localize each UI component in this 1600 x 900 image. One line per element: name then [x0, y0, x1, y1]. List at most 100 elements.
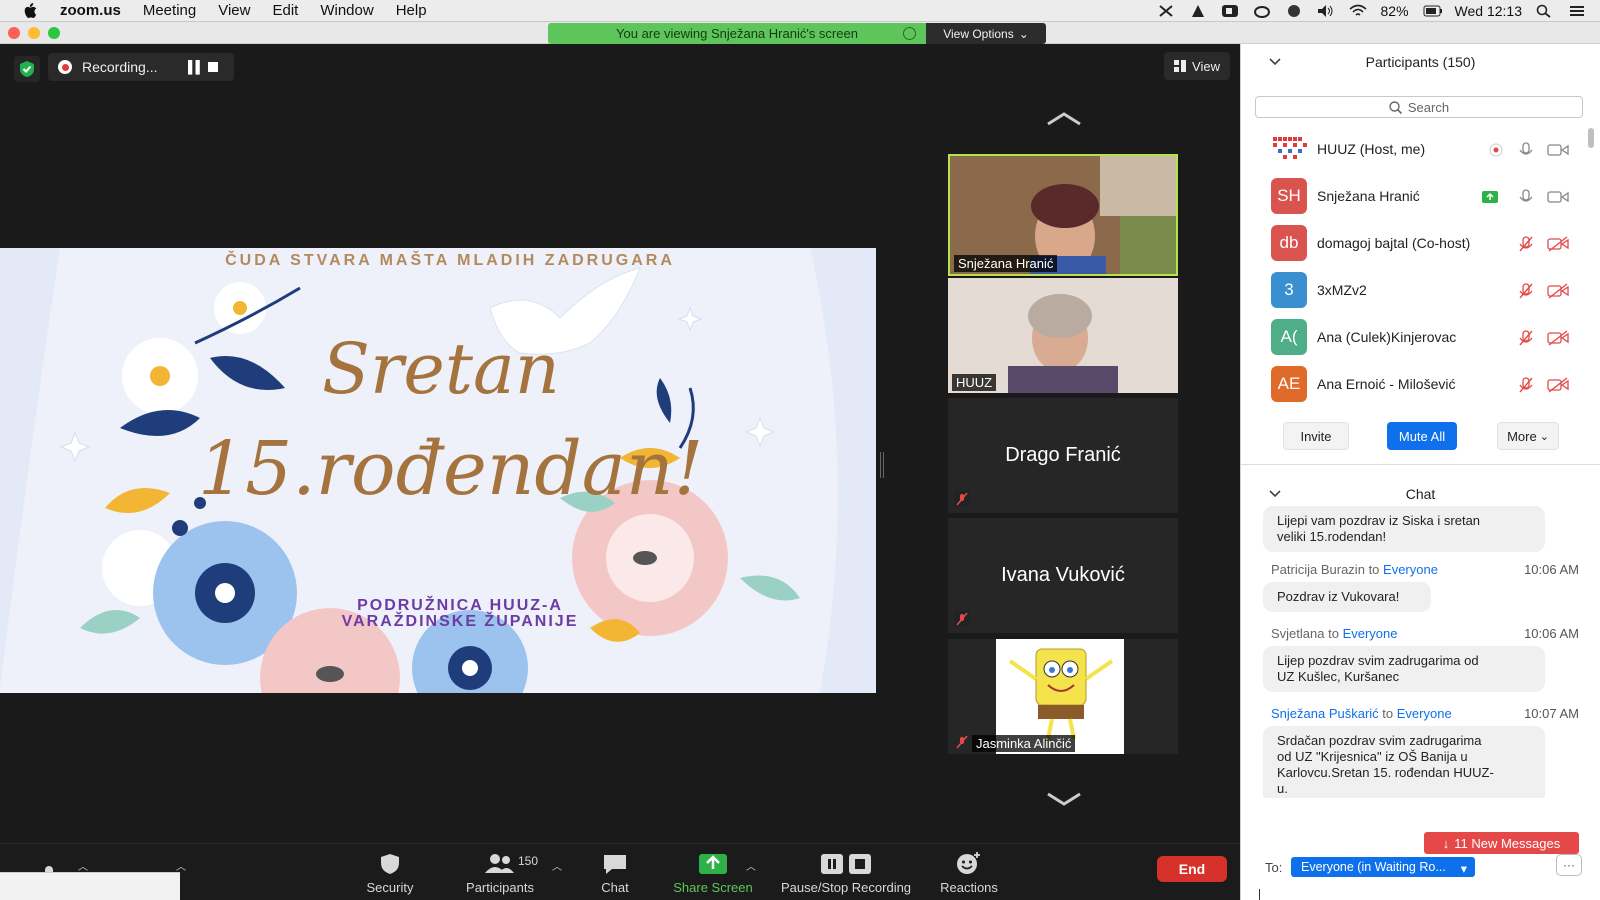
menu-view[interactable]: View — [218, 2, 250, 19]
participants-count: 150 — [518, 854, 539, 868]
apple-icon[interactable] — [20, 2, 40, 20]
video-off-icon[interactable] — [1547, 235, 1569, 253]
participant-row[interactable]: SH Snježana Hranić — [1241, 173, 1600, 220]
video-options-caret-icon[interactable]: ︿ — [176, 858, 186, 873]
chat-label: Chat — [601, 880, 629, 895]
close-window-button[interactable] — [8, 27, 20, 39]
chat-message-bubble: Srdačan pozdrav svim zadrugarima od UZ "… — [1263, 726, 1545, 798]
share-options-caret-icon[interactable]: ︿ — [746, 858, 756, 873]
video-camera-icon[interactable] — [1547, 141, 1569, 159]
share-screen-label: Share Screen — [673, 880, 753, 895]
view-layout-button[interactable]: View — [1164, 52, 1230, 80]
view-options-button[interactable]: View Options ⌄ — [926, 23, 1046, 44]
muted-mic-icon[interactable] — [1517, 282, 1535, 300]
participants-label: Participants — [466, 880, 534, 895]
menu-app-name[interactable]: zoom.us — [60, 2, 121, 19]
end-meeting-button[interactable]: End — [1157, 856, 1227, 882]
gremlin-icon[interactable] — [1285, 4, 1303, 18]
spotlight-search-icon[interactable] — [1536, 4, 1554, 18]
recording-dot-icon — [58, 60, 72, 74]
zoom-status-icon[interactable] — [1221, 4, 1239, 18]
menu-meeting[interactable]: Meeting — [143, 2, 196, 19]
message-sender[interactable]: Patricija Burazin — [1271, 562, 1365, 577]
split-view-handle[interactable] — [880, 452, 884, 478]
video-off-icon[interactable] — [1547, 329, 1569, 347]
chat-recipient-select[interactable]: Everyone (in Waiting Ro... ▾ — [1291, 857, 1475, 877]
participants-caret-icon[interactable]: ︿ — [552, 858, 562, 873]
participant-row[interactable]: db domagoj bajtal (Co-host) — [1241, 220, 1600, 267]
battery-icon[interactable] — [1423, 4, 1442, 18]
video-tile-huuz[interactable]: HUUZ — [948, 278, 1178, 393]
chat-bubble-icon — [604, 855, 626, 874]
video-tile-ivana[interactable]: Ivana Vuković — [948, 518, 1178, 633]
audio-options-caret-icon[interactable]: ︿ — [78, 858, 88, 873]
pause-stop-recording-button[interactable]: Pause/Stop Recording — [774, 844, 918, 900]
muted-mic-icon[interactable] — [1517, 329, 1535, 347]
muted-mic-icon — [956, 735, 968, 749]
encryption-shield-icon[interactable] — [14, 56, 40, 82]
participant-row[interactable]: HUUZ (Host, me) — [1241, 126, 1600, 173]
participant-name: domagoj bajtal (Co-host) — [1317, 235, 1471, 251]
message-sender[interactable]: Snježana Puškarić — [1271, 706, 1379, 721]
message-line: Pozdrav iz Vukovara! — [1277, 589, 1400, 604]
video-tile-snjezana[interactable]: Snježana Hranić — [948, 154, 1178, 276]
invite-button[interactable]: Invite — [1283, 422, 1349, 450]
chevron-up-icon[interactable] — [1044, 110, 1084, 133]
menu-window[interactable]: Window — [320, 2, 373, 19]
share-screen-icon — [699, 854, 727, 874]
arrow-down-icon: ↓ — [1442, 835, 1450, 851]
microphone-icon[interactable] — [1517, 141, 1535, 159]
menubar-clock[interactable]: Wed 12:13 — [1455, 3, 1522, 19]
vlc-icon[interactable] — [1189, 4, 1207, 18]
zoom-window-button[interactable] — [48, 27, 60, 39]
menu-help[interactable]: Help — [396, 2, 427, 19]
control-center-icon[interactable] — [1568, 4, 1586, 18]
more-label: More — [1507, 428, 1537, 444]
participant-row[interactable]: 3 3xMZv2 — [1241, 267, 1600, 314]
muted-mic-icon[interactable] — [1517, 235, 1535, 253]
volume-icon[interactable] — [1317, 4, 1335, 18]
chat-more-options-button[interactable]: ··· — [1556, 854, 1582, 876]
reactions-button[interactable]: Reactions — [934, 844, 1004, 900]
message-time: 10:06 AM — [1524, 562, 1579, 577]
stop-recording-icon[interactable] — [208, 62, 218, 72]
panel-divider — [1241, 464, 1600, 465]
minimize-window-button[interactable] — [28, 27, 40, 39]
participant-name: Snježana Hranić — [1317, 188, 1420, 204]
search-icon — [1389, 100, 1402, 114]
participant-row[interactable]: A( Ana (Culek)Kinjerovac — [1241, 314, 1600, 361]
message-sender[interactable]: Svjetlana — [1271, 626, 1324, 641]
participants-button[interactable]: Participants — [452, 844, 548, 900]
chat-message-input[interactable] — [1255, 882, 1585, 900]
video-tile-jasminka[interactable]: Jasminka Alinčić — [948, 639, 1178, 754]
chat-message-meta: Svjetlana to Everyone 10:06 AM — [1271, 626, 1579, 641]
sharing-screen-icon — [1482, 191, 1498, 203]
participant-row[interactable]: AE Ana Ernoić - Milošević — [1241, 361, 1600, 408]
pause-recording-icon[interactable]: ▌▌ — [188, 60, 204, 74]
message-target: Everyone — [1342, 626, 1398, 641]
meeting-stage: Recording... ▌▌ View ČUDA STVARA MAŠTA M… — [0, 44, 1240, 843]
slide-subtitle-line1: PODRUŽNICA HUUZ-A — [357, 597, 563, 614]
text-cursor — [1259, 889, 1260, 900]
video-off-icon[interactable] — [1547, 376, 1569, 394]
muted-mic-icon[interactable] — [1517, 376, 1535, 394]
creative-cloud-icon[interactable] — [1253, 4, 1271, 18]
more-button[interactable]: More ⌄ — [1497, 422, 1559, 450]
mute-all-button[interactable]: Mute All — [1387, 422, 1457, 450]
microphone-icon[interactable] — [1517, 188, 1535, 206]
video-tile-drago[interactable]: Drago Franić — [948, 398, 1178, 513]
video-camera-icon[interactable] — [1547, 188, 1569, 206]
wifi-icon[interactable] — [1348, 4, 1367, 18]
message-line: u. — [1277, 781, 1288, 796]
video-off-icon[interactable] — [1547, 282, 1569, 300]
chevron-down-icon[interactable] — [1044, 790, 1084, 813]
caret-down-icon: ▾ — [1460, 862, 1467, 876]
menu-edit[interactable]: Edit — [272, 2, 298, 19]
status-tool-icon[interactable] — [1157, 4, 1175, 18]
stop-viewing-icon[interactable] — [903, 27, 916, 40]
participants-search-input[interactable]: Search — [1255, 96, 1583, 118]
recording-label: Recording... — [82, 59, 158, 75]
security-button[interactable]: Security — [350, 844, 430, 900]
chat-button[interactable]: Chat — [590, 844, 640, 900]
new-messages-button[interactable]: ↓ 11 New Messages — [1424, 832, 1579, 854]
